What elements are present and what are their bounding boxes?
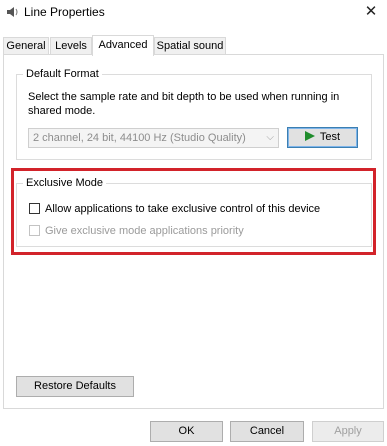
default-format-description: Select the sample rate and bit depth to … [28, 91, 340, 117]
format-select[interactable]: 2 channel, 24 bit, 44100 Hz (Studio Qual… [28, 128, 279, 148]
window-title: Line Properties [24, 5, 105, 19]
close-icon: ✕ [364, 3, 378, 20]
test-button[interactable]: Test [287, 127, 358, 148]
tab-general[interactable]: General [3, 37, 49, 54]
test-button-label: Test [319, 131, 341, 143]
chevron-down-icon: ⌵ [266, 132, 274, 143]
tab-strip: General Levels Advanced Spatial sound [3, 35, 383, 56]
speaker-icon [6, 6, 20, 18]
title-bar: Line Properties ✕ [0, 0, 387, 26]
close-button[interactable]: ✕ [357, 1, 385, 23]
default-format-legend: Default Format [23, 67, 102, 81]
highlight-box [11, 168, 376, 255]
restore-defaults-button[interactable]: Restore Defaults [16, 376, 134, 397]
play-icon [304, 131, 315, 141]
cancel-button[interactable]: Cancel [230, 421, 304, 442]
format-select-value: 2 channel, 24 bit, 44100 Hz (Studio Qual… [33, 132, 246, 144]
apply-button: Apply [312, 421, 384, 442]
tab-advanced[interactable]: Advanced [92, 35, 154, 56]
ok-button[interactable]: OK [150, 421, 223, 442]
tab-spatial-sound[interactable]: Spatial sound [154, 37, 226, 54]
tab-levels[interactable]: Levels [50, 37, 92, 54]
